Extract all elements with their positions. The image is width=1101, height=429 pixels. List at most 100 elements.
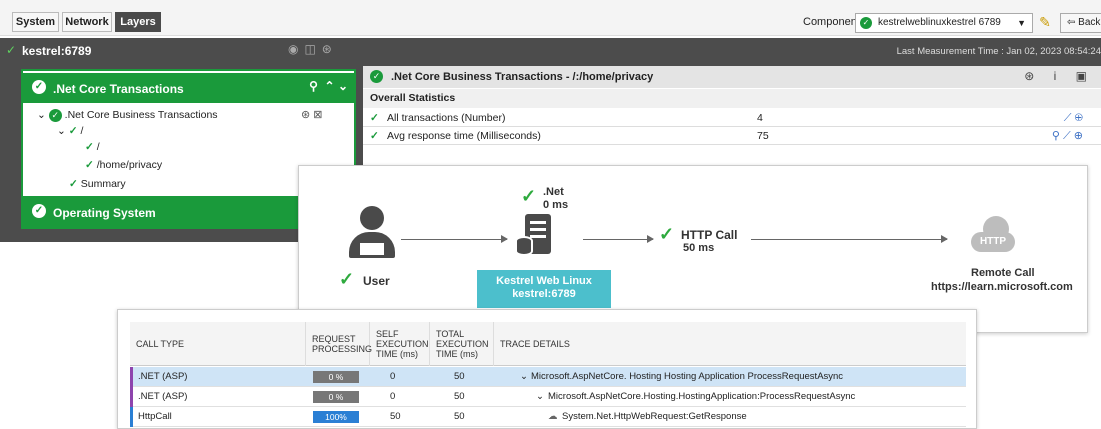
tab-system[interactable]: System <box>12 12 59 32</box>
row-type-strip <box>130 407 133 427</box>
metric-row[interactable]: ✓ All transactions (Number) 4 ⟋ ⊕ <box>363 109 1101 127</box>
tree-item-home-privacy[interactable]: ✓ /home/privacy <box>85 157 162 173</box>
tree-item-label: /home/privacy <box>96 159 163 171</box>
component-select-value: kestrelweblinuxkestrel 6789 <box>878 17 1001 28</box>
arrow <box>401 235 508 243</box>
back-button[interactable]: ⇦ Back <box>1060 13 1101 33</box>
metric-value: 75 <box>757 130 769 142</box>
processing-bar: 0 % <box>313 371 359 383</box>
transaction-topology: ✓ User ✓ .Net 0 ms Kestrel Web Linux kes… <box>298 165 1088 333</box>
os-label: Operating System <box>53 206 156 220</box>
col-total-exec: TOTAL EXECUTION TIME (ms) <box>430 322 494 366</box>
check-icon: ✓ <box>85 141 94 153</box>
row-type-strip <box>130 367 133 387</box>
user-icon <box>347 206 397 262</box>
chevron-down-icon: ⌄ <box>37 109 46 121</box>
tree-item-root[interactable]: ⌄ ✓ / <box>57 123 83 139</box>
table-row[interactable]: .NET (ASP) 0 % 0 50 ⌄ Microsoft.AspNetCo… <box>130 367 966 387</box>
details-title: .Net Core Business Transactions - /:/hom… <box>391 71 654 83</box>
total-time: 50 <box>454 411 465 422</box>
dotnet-label: .Net <box>543 186 564 198</box>
details-toolbar-icons[interactable]: ⊛ i ▣ <box>1024 69 1095 83</box>
trace-details: System.Net.HttpWebRequest:GetResponse <box>562 411 747 422</box>
processing-bar: 0 % <box>313 391 359 403</box>
tree-item-label: .Net Core Business Transactions <box>64 109 218 121</box>
metric-row[interactable]: ✓ Avg response time (Milliseconds) 75 ⚲ … <box>363 127 1101 145</box>
http-cloud-badge: HTTP <box>971 232 1015 252</box>
server-host: kestrel:6789 <box>512 288 576 300</box>
server-name: Kestrel Web Linux <box>496 275 592 287</box>
tree-item-tools[interactable]: ⊛ ⊠ <box>301 107 323 123</box>
row-type-strip <box>130 387 133 407</box>
table-row[interactable]: HttpCall 100% 50 50 ☁ System.Net.HttpWeb… <box>130 407 966 427</box>
arrow <box>583 235 654 243</box>
http-call-label: HTTP Call <box>681 228 738 242</box>
call-type: HttpCall <box>138 411 172 422</box>
http-call-time: 50 ms <box>683 242 715 254</box>
tree-header-tools[interactable]: ⚲ ⌃ ⌄ <box>309 79 348 93</box>
tree-item-slash[interactable]: ✓ / <box>85 139 100 155</box>
total-time: 50 <box>454 391 465 402</box>
chevron-down-icon: ⌄ <box>57 125 66 137</box>
col-trace-details: TRACE DETAILS <box>500 339 570 349</box>
check-icon: ✓ <box>68 125 78 137</box>
tree-item-summary[interactable]: ✓ Summary <box>69 176 126 192</box>
remote-call-url: https://learn.microsoft.com <box>931 281 1073 293</box>
check-circle-icon: ✓ <box>370 70 383 83</box>
back-label: Back <box>1078 17 1101 28</box>
remote-call-label: Remote Call <box>971 267 1035 279</box>
overall-statistics: Overall Statistics <box>363 89 1101 108</box>
details-header: ✓ .Net Core Business Transactions - /:/h… <box>363 66 1101 88</box>
back-arrow-icon: ⇦ <box>1067 17 1079 28</box>
arrow <box>751 235 948 243</box>
graph-icon[interactable]: ⚲ ⟋ ⊕ <box>1052 127 1083 145</box>
check-icon: ✓ <box>370 112 379 124</box>
chevron-down-icon[interactable]: ⌄ <box>520 367 528 387</box>
col-request-processing: REQUEST PROCESSING <box>306 322 372 366</box>
check-icon: ✓ <box>339 269 355 289</box>
total-time: 50 <box>454 371 465 382</box>
wand-icon[interactable]: ✎ <box>1036 13 1054 31</box>
chevron-down-icon[interactable]: ⌄ <box>536 387 544 407</box>
component-select[interactable]: ✓ kestrelweblinuxkestrel 6789 ▼ <box>855 13 1033 33</box>
last-measurement-time: Last Measurement Time : Jan 02, 2023 08:… <box>896 46 1101 57</box>
check-icon: ✓ <box>69 178 78 190</box>
server-name-box[interactable]: Kestrel Web Linux kestrel:6789 <box>477 270 611 308</box>
tree-item-label: / <box>80 125 84 137</box>
metric-value: 4 <box>757 112 763 124</box>
host-name: kestrel:6789 <box>22 44 92 58</box>
col-call-type: CALL TYPE <box>130 322 306 366</box>
check-circle-icon: ✓ <box>32 204 46 218</box>
call-trace-table: CALL TYPE REQUEST PROCESSING SELF EXECUT… <box>117 309 977 429</box>
tree-item-business-transactions[interactable]: ⌄ ✓ .Net Core Business Transactions <box>37 107 218 123</box>
check-icon: ✓ <box>85 159 94 171</box>
host-bar: ✓ kestrel:6789 ◉◫⊛ Last Measurement Time… <box>0 38 1101 62</box>
database-icon <box>515 236 533 256</box>
chevron-down-icon: ▼ <box>1017 18 1026 28</box>
host-check-icon: ✓ <box>6 43 17 57</box>
check-circle-icon: ✓ <box>48 108 62 122</box>
self-time: 50 <box>390 411 401 422</box>
table-header: CALL TYPE REQUEST PROCESSING SELF EXECUT… <box>130 322 966 366</box>
graph-icon[interactable]: ⟋ ⊕ <box>1064 109 1083 127</box>
tab-network[interactable]: Network <box>62 12 112 32</box>
user-label: User <box>363 274 390 288</box>
cloud-icon: ☁ <box>548 411 558 422</box>
metric-label: All transactions (Number) <box>387 112 506 124</box>
ok-check-icon: ✓ <box>860 17 872 29</box>
top-bar: System Network Layers Component ✓ kestre… <box>0 0 1101 36</box>
dotnet-time: 0 ms <box>543 199 569 211</box>
check-circle-icon: ✓ <box>32 80 46 94</box>
call-type: .NET (ASP) <box>138 371 188 382</box>
col-self-exec: SELF EXECUTION TIME (ms) <box>370 322 430 366</box>
table-row[interactable]: .NET (ASP) 0 % 0 50 ⌄ Microsoft.AspNetCo… <box>130 387 966 407</box>
host-toolbar-icons[interactable]: ◉◫⊛ <box>288 42 338 56</box>
self-time: 0 <box>390 371 396 382</box>
tree-item-label: Summary <box>80 178 126 190</box>
processing-bar: 100% <box>313 411 359 423</box>
check-icon: ✓ <box>659 224 675 244</box>
tab-layers[interactable]: Layers <box>115 12 161 32</box>
trace-details: Microsoft.AspNetCore.Hosting.HostingAppl… <box>548 391 856 402</box>
tree-header[interactable]: ✓ .Net Core Transactions ⚲ ⌃ ⌄ <box>23 73 354 103</box>
check-icon: ✓ <box>521 186 537 206</box>
